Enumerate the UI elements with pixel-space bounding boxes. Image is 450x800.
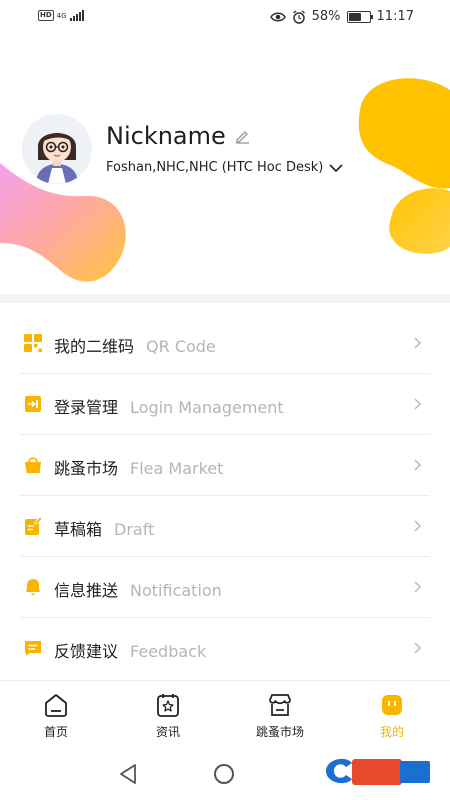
menu-label: 跳蚤市场 Flea Market	[54, 455, 223, 479]
menu-label-en: Login Management	[130, 398, 284, 417]
menu-label: 信息推送 Notification	[54, 577, 222, 601]
store-icon	[269, 694, 291, 716]
menu-label-en: QR Code	[146, 337, 216, 356]
edit-icon[interactable]	[234, 128, 250, 144]
home-button-icon[interactable]	[214, 764, 234, 784]
section-divider	[0, 294, 450, 303]
profile-icon	[382, 695, 402, 715]
draft-icon	[25, 516, 43, 535]
tab-label: 首页	[43, 725, 68, 739]
location-selector[interactable]: Foshan,NHC,NHC (HTC Hoc Desk)	[106, 160, 343, 175]
menu-label-cn: 反馈建议	[54, 642, 119, 661]
bag-icon	[25, 457, 41, 473]
tab-home[interactable]: 首页	[16, 691, 96, 740]
menu-label: 反馈建议 Feedback	[54, 638, 206, 662]
menu-item-feedback[interactable]: 反馈建议 Feedback	[0, 618, 450, 679]
tab-news[interactable]: 资讯	[128, 691, 208, 740]
watermark-logo	[326, 758, 430, 785]
chevron-down-icon	[329, 163, 343, 172]
chevron-right-icon	[414, 520, 422, 532]
feedback-icon	[25, 641, 41, 656]
chevron-right-icon	[414, 581, 422, 593]
chevron-right-icon	[414, 337, 422, 349]
battery-percent: 58%	[311, 9, 341, 24]
chevron-right-icon	[414, 459, 422, 471]
status-time: 11:17	[376, 9, 414, 24]
alarm-icon	[292, 9, 305, 24]
menu-item-qr-code[interactable]: 我的二维码 QR Code	[0, 313, 450, 374]
nickname: Nickname	[106, 122, 226, 150]
menu-label-en: Feedback	[130, 642, 207, 661]
tab-label: 跳蚤市场	[255, 725, 304, 739]
bottom-tab-bar: 首页 资讯 跳蚤市场 我的	[0, 680, 450, 745]
eye-icon	[269, 12, 286, 21]
menu-item-draft[interactable]: 草稿箱 Draft	[0, 496, 450, 557]
settings-menu: 我的二维码 QR Code 登录管理 Login Management 跳蚤市场 Fl…	[0, 313, 450, 679]
avatar[interactable]	[22, 114, 92, 184]
avatar-illustration-icon	[22, 114, 92, 184]
menu-label: 我的二维码 QR Code	[54, 333, 216, 357]
status-right: 58% 11:17	[269, 9, 414, 24]
menu-item-notification[interactable]: 信息推送 Notification	[0, 557, 450, 618]
login-icon	[25, 396, 41, 412]
tab-label: 资讯	[155, 725, 180, 739]
status-bar: HD 4G 58% 11:17	[0, 0, 450, 34]
menu-label-en: Flea Market	[130, 459, 224, 478]
battery-icon	[346, 10, 373, 23]
network-type: 4G	[56, 11, 67, 20]
menu-item-login-management[interactable]: 登录管理 Login Management	[0, 374, 450, 435]
tab-profile[interactable]: 我的	[352, 691, 432, 740]
menu-label: 草稿箱 Draft	[54, 516, 154, 540]
nickname-row[interactable]: Nickname	[106, 122, 250, 150]
menu-label-en: Draft	[114, 520, 155, 539]
bell-icon	[26, 579, 40, 595]
hd-indicator: HD	[38, 10, 54, 21]
menu-label-cn: 登录管理	[54, 398, 119, 417]
location-text: Foshan,NHC,NHC (HTC Hoc Desk)	[106, 160, 324, 175]
chevron-right-icon	[414, 398, 422, 410]
signal-icon	[69, 10, 84, 21]
qr-code-icon	[24, 334, 42, 352]
menu-label-en: Notification	[130, 581, 222, 600]
menu-label-cn: 草稿箱	[54, 520, 103, 539]
menu-item-flea-market[interactable]: 跳蚤市场 Flea Market	[0, 435, 450, 496]
status-left: HD 4G	[38, 10, 84, 21]
menu-label-cn: 信息推送	[54, 581, 119, 600]
tab-label: 我的	[379, 725, 404, 739]
tab-flea-market[interactable]: 跳蚤市场	[240, 691, 320, 740]
chevron-right-icon	[414, 642, 422, 654]
back-icon[interactable]	[118, 763, 138, 785]
battery-fill	[348, 12, 361, 21]
news-icon	[157, 694, 179, 717]
system-nav-bar	[0, 745, 450, 800]
menu-label-cn: 我的二维码	[54, 337, 135, 356]
home-icon	[45, 694, 67, 717]
menu-label: 登录管理 Login Management	[54, 394, 284, 418]
profile-header: Nickname Foshan,NHC,NHC (HTC Hoc Desk)	[0, 100, 450, 300]
menu-label-cn: 跳蚤市场	[54, 459, 119, 478]
